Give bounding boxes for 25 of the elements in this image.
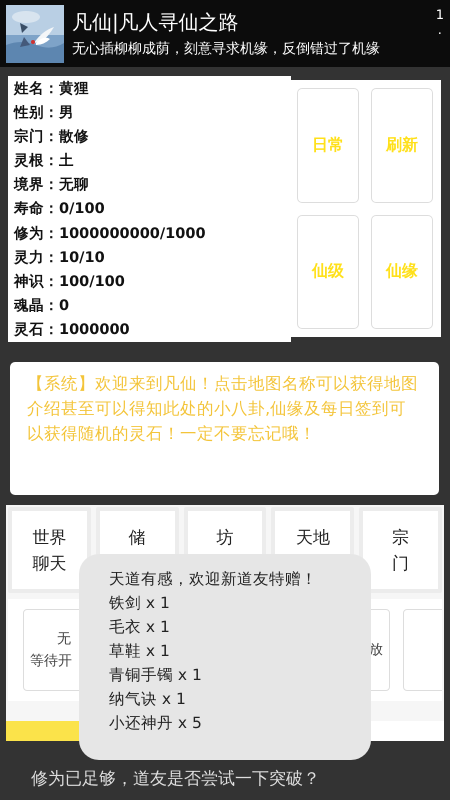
app-subtitle: 无心插柳柳成荫，刻意寻求机缘，反倒错过了机缘 [72,40,381,58]
reward-item: 小还神丹 x 5 [109,713,203,734]
stat-line: 灵石：1000000 [14,321,131,340]
stat-line: 性别：男 [14,104,75,122]
stat-line: 修为：1000000000/1000 [14,224,207,243]
reward-item: 纳气诀 x 1 [109,689,187,710]
stat-line: 魂晶：0 [14,297,70,316]
reward-item: 青铜手镯 x 1 [109,665,203,686]
menu-button[interactable]: 世界 聊天 [8,507,91,593]
stat-line: 寿命：0/100 [14,200,106,218]
stat-line: 境界：无聊 [14,175,90,194]
stat-line: 神识：100/100 [14,272,126,291]
reward-item: 草鞋 x 1 [109,641,171,662]
stat-line: 宗门：散修 [14,127,90,146]
menu-button[interactable]: 宗 门 [359,507,442,593]
reward-item: 铁剑 x 1 [109,593,171,614]
stat-line: 姓名：黄狸 [14,80,90,98]
breakthrough-prompt: 修为已足够，道友是否尝试一下突破？ [31,769,320,789]
corner-mark: . [438,23,442,38]
corner-mark: 1 [436,8,444,23]
stat-line: 灵根：土 [14,152,75,170]
system-message: 【系统】欢迎来到凡仙！点击地图名称可以获得地图介绍甚至可以得知此处的小八卦,仙缘及每日签到可以获得随机的灵石！一定不要忘记哦！ [27,373,419,445]
stat-line: 灵力：10/10 [14,248,106,267]
reward-item: 毛衣 x 1 [109,617,171,638]
app-title: 凡仙|凡人寻仙之路 [72,9,240,36]
